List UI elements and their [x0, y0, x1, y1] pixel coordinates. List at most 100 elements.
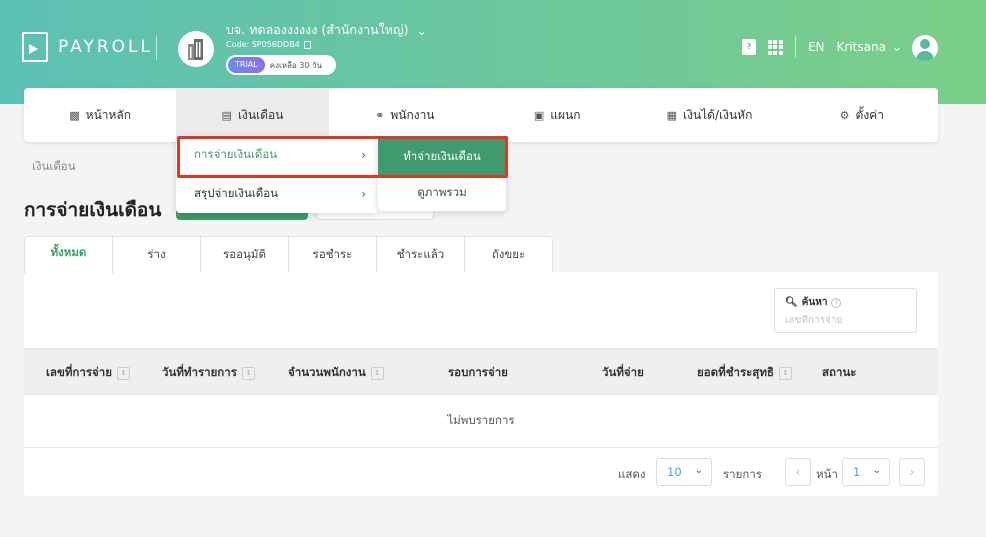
nav-item-employees[interactable]: ⚭ พนักงาน — [329, 88, 481, 142]
search-box: 🔍︎ ค้นหา ? — [774, 288, 917, 333]
empty-state: ไม่พบรายการ — [24, 395, 938, 448]
main-nav: ▩ หน้าหลัก ▤ เงินเดือน ⚭ พนักงาน ▣ แผนก … — [24, 88, 938, 142]
column-pay-date: วันที่จ่าย — [602, 364, 644, 382]
building-icon — [188, 39, 203, 60]
page-size-value: 10 — [667, 465, 682, 479]
nav-item-home[interactable]: ▩ หน้าหลัก — [24, 88, 176, 142]
column-pay-period: รอบการจ่าย — [448, 364, 508, 382]
column-label: ยอดที่ชำระสุทธิ — [697, 365, 774, 379]
company-switcher[interactable]: บจ. ทดลองงงงงง (สำนักงานใหญ่) ⌄ — [226, 20, 427, 40]
menu-item-label: สรุปจ่ายเงินเดือน — [194, 185, 279, 200]
nav-item-income-deduction[interactable]: ▦ เงินได้/เงินหัก — [633, 88, 785, 142]
chevron-down-icon: ⌄ — [416, 22, 427, 38]
column-net-amount[interactable]: ยอดที่ชำระสุทธิ ↕ — [697, 364, 792, 382]
nav-item-department[interactable]: ▣ แผนก — [481, 88, 633, 142]
nav-item-label: หน้าหลัก — [85, 107, 132, 122]
sort-icon[interactable]: ↕ — [241, 366, 255, 380]
search-icon: 🔍︎ — [785, 297, 798, 308]
chevron-down-icon: ⌄ — [694, 465, 703, 476]
gears-icon: ⚙ — [839, 108, 850, 122]
trial-status: TRIAL คงเหลือ 30 วัน — [226, 55, 336, 75]
company-avatar[interactable] — [178, 31, 214, 67]
page-title: การจ่ายเงินเดือน — [24, 199, 162, 221]
menu-item-payroll-payment[interactable]: การจ่ายเงินเดือน › — [176, 136, 378, 174]
chart-icon: ▩ — [69, 108, 80, 122]
divider — [156, 36, 157, 60]
next-page-button[interactable]: › — [899, 458, 925, 486]
chevron-right-icon: › — [361, 148, 366, 162]
status-tabs: ทั้งหมด ร่าง รออนุมัติ รอชำระ ชำระแล้ว ถ… — [24, 236, 553, 274]
top-right-toolbar: ? EN Kritsana ⌄ — [741, 36, 902, 58]
tab-label: ทั้งหมด — [50, 244, 87, 259]
column-label: วันที่ทำรายการ — [162, 365, 237, 379]
menu-item-overview[interactable]: ดูภาพรวม — [378, 175, 506, 211]
chevron-down-icon: ⌄ — [891, 40, 902, 54]
company-code: Code: SP056DDB4 — [226, 40, 300, 49]
department-icon: ▣ — [533, 108, 545, 122]
prev-page-button[interactable]: ‹ — [785, 458, 811, 486]
search-label-row: 🔍︎ ค้นหา ? — [785, 295, 906, 310]
items-label: รายการ — [723, 467, 762, 481]
tab-pending-approval[interactable]: รออนุมัติ — [200, 236, 289, 273]
tab-draft[interactable]: ร่าง — [112, 236, 201, 273]
nav-item-label: ตั้งค่า — [855, 107, 884, 122]
help-icon[interactable]: ? — [741, 39, 756, 55]
nav-item-settings[interactable]: ⚙ ตั้งค่า — [786, 88, 938, 142]
income-deduction-icon: ▦ — [666, 108, 677, 122]
breadcrumb[interactable]: เงินเดือน — [32, 158, 76, 176]
trial-remaining: คงเหลือ 30 วัน — [269, 60, 322, 70]
language-switch[interactable]: EN — [808, 40, 825, 54]
payroll-table-card: 🔍︎ ค้นหา ? เลขที่การจ่าย ↕ วันที่ทำรายกา… — [24, 272, 938, 496]
page-size-select[interactable]: 10 ⌄ — [656, 458, 712, 486]
sort-icon[interactable]: ↕ — [778, 366, 792, 380]
nav-item-label: เงินได้/เงินหัก — [682, 107, 753, 122]
menu-item-label: การจ่ายเงินเดือน — [194, 147, 278, 161]
app-name: PAYROLL — [58, 37, 153, 57]
table-header: เลขที่การจ่าย ↕ วันที่ทำรายการ ↕ จำนวนพน… — [24, 348, 938, 395]
column-status: สถานะ — [822, 364, 856, 382]
nav-item-payroll[interactable]: ▤ เงินเดือน — [176, 88, 329, 142]
tab-label: ชำระแล้ว — [396, 247, 445, 261]
people-icon: ⚭ — [375, 108, 385, 122]
payroll-dropdown-menu: การจ่ายเงินเดือน › สรุปจ่ายเงินเดือน › — [176, 136, 378, 213]
trial-badge: TRIAL — [228, 57, 265, 73]
column-payment-number[interactable]: เลขที่การจ่าย ↕ — [46, 364, 130, 382]
tab-trash[interactable]: ถังขยะ — [464, 236, 553, 273]
username: Kritsana — [836, 40, 886, 54]
menu-item-make-payment[interactable]: ทำจ่ายเงินเดือน — [378, 139, 506, 175]
menu-item-payroll-summary[interactable]: สรุปจ่ายเงินเดือน › — [176, 174, 378, 212]
apps-grid-icon[interactable] — [767, 39, 783, 55]
sort-icon[interactable]: ↕ — [116, 366, 130, 380]
search-label: ค้นหา — [801, 297, 828, 308]
tab-paid[interactable]: ชำระแล้ว — [376, 236, 465, 273]
tab-label: ร่าง — [147, 247, 166, 261]
show-label: แสดง — [618, 467, 646, 481]
tab-pending-payment[interactable]: รอชำระ — [288, 236, 377, 273]
page-select[interactable]: 1 ⌄ — [842, 458, 890, 486]
app-logo[interactable]: PAYROLL — [22, 32, 153, 62]
search-input[interactable] — [785, 315, 906, 326]
column-employee-count[interactable]: จำนวนพนักงาน ↕ — [288, 364, 384, 382]
column-label: จำนวนพนักงาน — [288, 365, 366, 379]
pagination-footer: แสดง 10 ⌄ รายการ ‹ หน้า 1 ⌄ › — [24, 448, 938, 496]
tab-label: รออนุมัติ — [223, 247, 266, 261]
payroll-icon: ▤ — [221, 108, 232, 122]
sort-icon[interactable]: ↕ — [370, 366, 384, 380]
user-menu[interactable]: Kritsana ⌄ — [837, 40, 902, 54]
column-transaction-date[interactable]: วันที่ทำรายการ ↕ — [162, 364, 255, 382]
nav-item-label: เงินเดือน — [237, 107, 284, 122]
payroll-submenu: ทำจ่ายเงินเดือน ดูภาพรวม — [378, 136, 506, 211]
tab-label: รอชำระ — [312, 247, 353, 261]
page-label: หน้า — [816, 467, 838, 481]
column-label: เลขที่การจ่าย — [46, 365, 112, 379]
tab-all[interactable]: ทั้งหมด — [24, 236, 113, 274]
current-page: 1 — [853, 465, 861, 479]
divider — [794, 36, 796, 58]
column-label: วันที่จ่าย — [602, 365, 644, 379]
chevron-down-icon: ⌄ — [872, 465, 881, 476]
copy-icon[interactable] — [303, 40, 311, 49]
user-avatar[interactable] — [912, 35, 938, 61]
company-name: บจ. ทดลองงงงงง (สำนักงานใหญ่) — [226, 22, 409, 37]
column-label: รอบการจ่าย — [448, 365, 508, 379]
info-icon[interactable]: ? — [831, 297, 842, 308]
